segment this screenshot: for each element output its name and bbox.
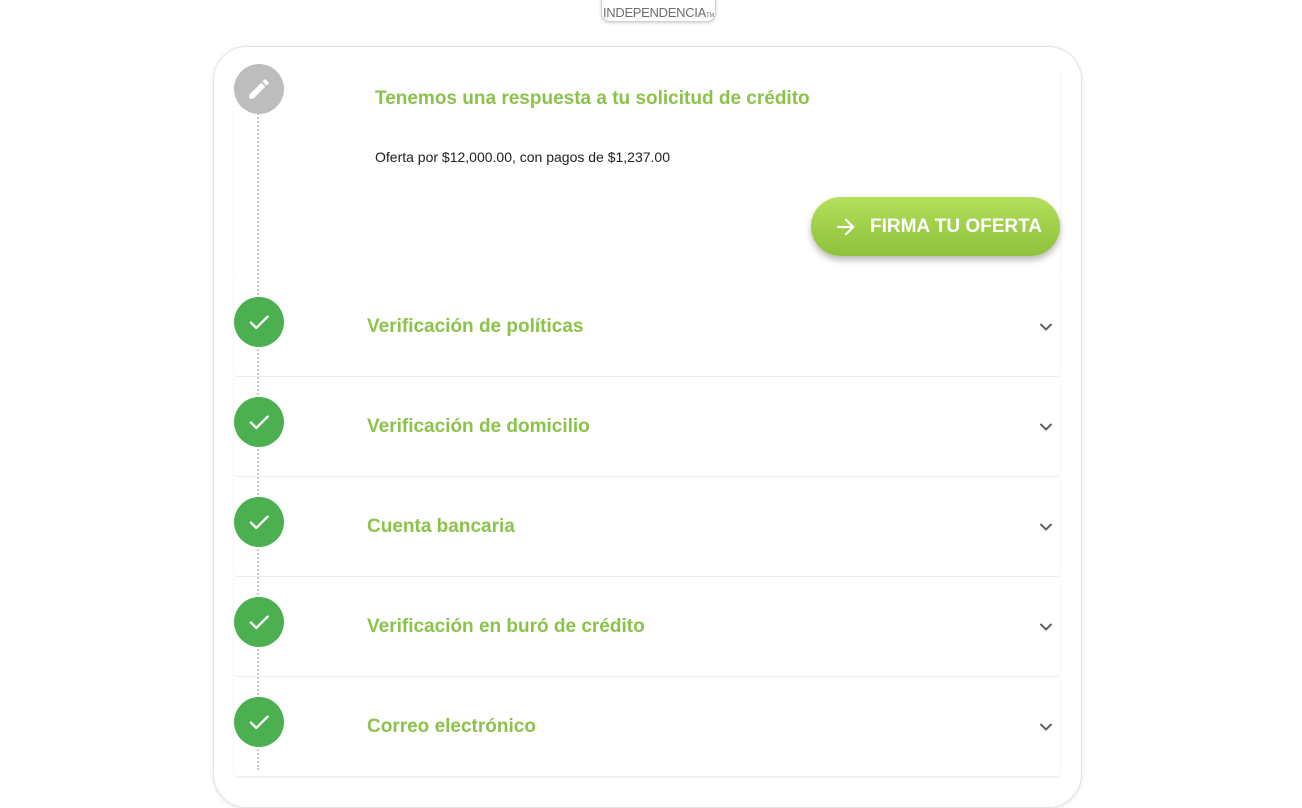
step-title-correo[interactable]: Correo electrónico: [367, 716, 536, 738]
chevron-down-icon[interactable]: [1036, 417, 1056, 437]
step-panel-correo[interactable]: [234, 677, 1060, 776]
check-icon: [249, 315, 269, 330]
step-title-buro[interactable]: Verificación en buró de crédito: [367, 616, 645, 638]
chevron-down-icon[interactable]: [1036, 317, 1056, 337]
chevron-down-icon[interactable]: [1036, 617, 1056, 637]
check-icon: [249, 715, 269, 730]
step-status-completed: [234, 397, 284, 447]
step-title-cuenta[interactable]: Cuenta bancaria: [367, 516, 515, 538]
step-status-pending: [234, 64, 284, 114]
chevron-down-icon[interactable]: [1036, 717, 1056, 737]
arrow-right-icon: [837, 218, 855, 236]
step-status-completed: [234, 697, 284, 747]
step-panel-cuenta[interactable]: [234, 477, 1060, 576]
step-title-domicilio[interactable]: Verificación de domicilio: [367, 416, 590, 438]
offer-summary: Oferta por $12,000.00, con pagos de $1,2…: [375, 149, 671, 165]
step-status-completed: [234, 597, 284, 647]
step-panel-domicilio[interactable]: [234, 377, 1060, 476]
step-panel-politicas[interactable]: [234, 277, 1060, 376]
step-title-politicas[interactable]: Verificación de políticas: [367, 316, 583, 338]
check-icon: [249, 415, 269, 430]
step-panel-buro[interactable]: [234, 577, 1060, 676]
brand-logo: INDEPENDENCIATM: [601, 0, 716, 22]
brand-logo-text: INDEPENDENCIATM: [602, 5, 715, 20]
step-status-completed: [234, 497, 284, 547]
active-step-title: Tenemos una respuesta a tu solicitud de …: [375, 88, 810, 109]
step-status-completed: [234, 297, 284, 347]
chevron-down-icon[interactable]: [1036, 517, 1056, 537]
sign-offer-button[interactable]: FIRMA TU OFERTA: [811, 197, 1060, 256]
check-icon: [249, 515, 269, 530]
check-icon: [249, 615, 269, 630]
sign-offer-label: FIRMA TU OFERTA: [870, 216, 1043, 237]
trademark-mark: TM: [705, 13, 715, 19]
pencil-icon: [249, 79, 269, 99]
